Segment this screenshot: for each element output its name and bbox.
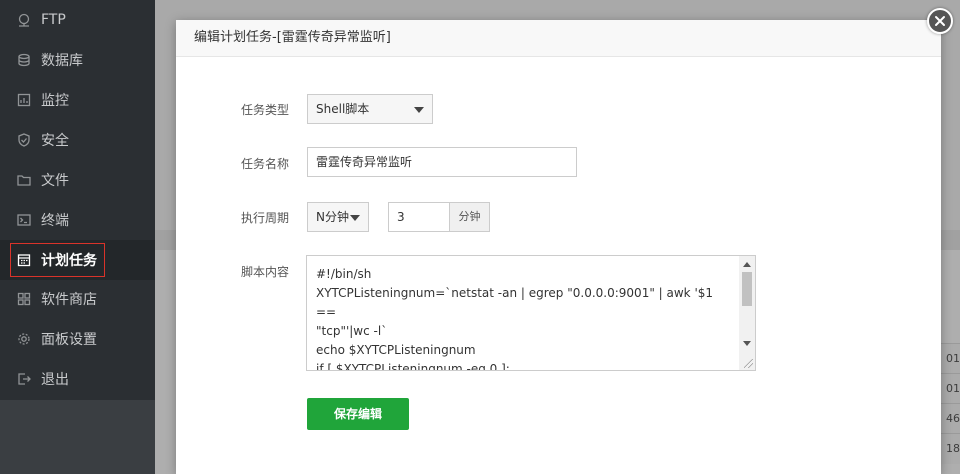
gear-icon [17,332,31,346]
chevron-down-icon [414,107,424,113]
script-content-text: #!/bin/sh XYTCPListeningnum=`netstat -an… [316,267,714,371]
terminal-icon [17,213,31,227]
period-label: 执行周期 [240,211,289,225]
period-unit-suffix: 分钟 [450,202,490,232]
task-type-value: Shell脚本 [316,102,370,116]
script-label: 脚本内容 [240,265,289,279]
task-name-input[interactable]: 雷霆传奇异常监听 [307,147,577,177]
sidebar-item-settings[interactable]: 面板设置 [0,319,155,359]
period-unit-value: N分钟 [316,210,349,224]
database-icon [17,53,31,67]
script-content-textarea[interactable]: #!/bin/sh XYTCPListeningnum=`netstat -an… [306,255,756,371]
shield-icon [17,133,31,147]
task-name-label: 任务名称 [240,157,289,171]
sidebar-item-files[interactable]: 文件 [0,160,155,200]
period-value-input[interactable]: 3 [388,202,450,232]
close-icon [935,16,945,26]
chevron-down-icon [350,215,360,221]
dialog-title: 编辑计划任务-[雷霆传奇异常监听] [176,20,941,57]
sidebar-item-database[interactable]: 数据库 [0,40,155,80]
scrollbar-thumb[interactable] [742,272,752,306]
apps-icon [17,292,31,306]
sidebar-item-label: 安全 [41,133,69,149]
sidebar-item-terminal[interactable]: 终端 [0,200,155,240]
logout-icon [17,372,31,386]
sidebar-item-cron[interactable]: 计划任务 [0,240,155,280]
sidebar-footer [0,400,155,474]
close-dialog-button[interactable] [927,8,953,34]
sidebar-item-store[interactable]: 软件商店 [0,279,155,319]
scroll-down-arrow-icon[interactable] [743,341,751,346]
monitor-icon [17,93,31,107]
sidebar-item-label: 监控 [41,93,69,109]
edit-task-dialog: 编辑计划任务-[雷霆传奇异常监听] [176,20,941,474]
globe-icon [17,13,31,27]
active-highlight-border [10,243,105,277]
sidebar-item-label: 文件 [41,173,69,189]
sidebar-item-label: 终端 [41,213,69,229]
sidebar-item-monitor[interactable]: 监控 [0,80,155,120]
save-edit-button[interactable]: 保存编辑 [307,398,409,430]
sidebar-item-ftp[interactable]: FTP [0,0,155,40]
sidebar: FTP 数据库 监控 安全 文件 终端 计划任务 软件商店 面板设置 退出 [0,0,155,474]
task-type-label: 任务类型 [240,103,289,117]
resize-grip-icon[interactable] [744,359,753,368]
sidebar-item-label: 退出 [41,372,69,388]
textarea-scrollbar[interactable] [739,256,755,370]
sidebar-item-label: 软件商店 [41,292,97,308]
scroll-up-arrow-icon[interactable] [743,262,751,267]
task-type-select[interactable]: Shell脚本 [307,94,433,124]
sidebar-item-logout[interactable]: 退出 [0,359,155,399]
sidebar-item-security[interactable]: 安全 [0,120,155,160]
sidebar-item-label: FTP [41,12,66,28]
folder-icon [17,173,31,187]
sidebar-item-label: 数据库 [41,53,83,69]
period-unit-select[interactable]: N分钟 [307,202,369,232]
sidebar-item-label: 面板设置 [41,332,97,348]
